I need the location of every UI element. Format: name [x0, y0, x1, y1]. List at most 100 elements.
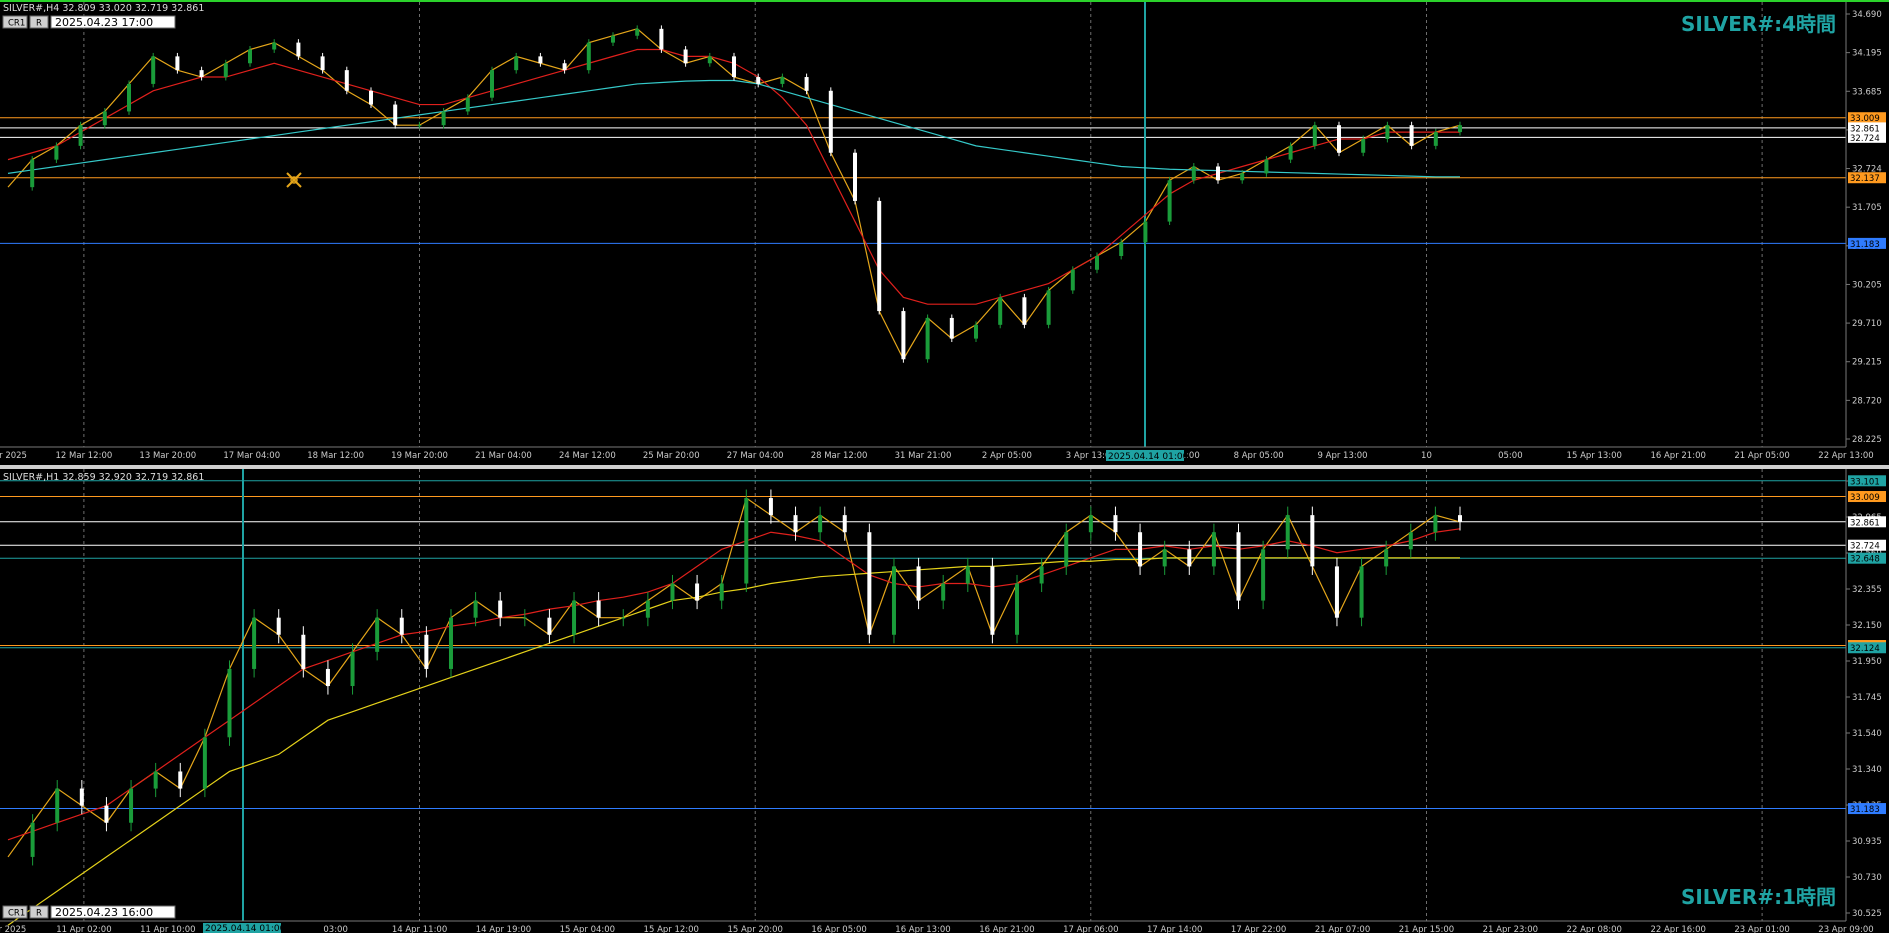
top-time-label-21: 21 Apr 05:00 — [1734, 451, 1789, 461]
bot-candle-body-59 — [1458, 515, 1462, 522]
bot-time-label-15: 17 Apr 22:00 — [1231, 925, 1286, 933]
top-candle-body-31 — [756, 77, 761, 84]
bot-hline-label-4: 32.648 — [1850, 555, 1880, 565]
top-candle-body-38 — [925, 317, 930, 360]
top-watermark: SILVER#:4時間 — [1681, 12, 1836, 36]
top-candle-body-12 — [296, 42, 301, 57]
top-price-tick-label-10: 28.720 — [1852, 396, 1882, 406]
top-candle-body-20 — [490, 70, 494, 98]
bot-candle-body-40 — [990, 566, 995, 635]
top-candle-body-3 — [78, 125, 83, 146]
bot-candle-body-14 — [350, 651, 355, 687]
top-candle-body-49 — [1191, 166, 1196, 181]
bottom-vline-label: 2025.04.14 01:00 — [205, 924, 286, 933]
top-candle-body-30 — [732, 56, 736, 78]
top-candle-body-9 — [223, 63, 228, 78]
bottom-plot-area[interactable] — [0, 469, 1846, 921]
top-price-tick-label-11: 28.225 — [1852, 435, 1882, 445]
bot-price-tick-label-3: 32.355 — [1852, 585, 1882, 595]
top-panel[interactable]: 34.69034.19533.68533.19032.72431.70530.7… — [0, 2, 1886, 462]
top-candle-body-44 — [1070, 269, 1075, 291]
bot-candle-body-23 — [572, 600, 577, 635]
bot-candle-body-46 — [1138, 532, 1143, 567]
bot-time-label-18: 21 Apr 23:00 — [1483, 925, 1538, 933]
top-time-axis: 11 Mar 2025 12 Mar 12:00 13 Mar 20:00 17 Ma… — [0, 451, 1874, 461]
top-candle-body-25 — [611, 35, 615, 43]
bot-candle-body-42 — [1039, 566, 1044, 584]
bot-candle-body-31 — [768, 498, 773, 516]
bot-candle-body-27 — [670, 583, 675, 601]
bot-candle-body-19 — [473, 600, 478, 618]
top-candle-body-28 — [683, 49, 688, 64]
bot-candle-body-10 — [252, 617, 257, 669]
top-candle-body-4 — [102, 111, 107, 126]
bot-candle-body-13 — [325, 668, 330, 687]
bot-candle-body-11 — [276, 617, 281, 635]
top-time-label-18: 05:00 — [1498, 451, 1523, 461]
bot-candle-body-43 — [1064, 532, 1069, 567]
bot-candle-body-26 — [645, 600, 650, 618]
bottom-watermark: SILVER#:1時間 — [1681, 885, 1836, 909]
bot-candle-body-57 — [1408, 532, 1413, 550]
bot-candle-body-21 — [522, 617, 527, 619]
top-time-label-5: 19 Mar 20:00 — [391, 451, 448, 461]
bot-candle-body-4 — [104, 805, 109, 823]
bot-candle-body-15 — [375, 617, 380, 652]
bot-candle-body-51 — [1261, 549, 1266, 601]
bot-price-tick-label-12: 30.525 — [1852, 909, 1882, 919]
bot-candle-body-24 — [596, 600, 601, 618]
bot-time-label-20: 22 Apr 16:00 — [1650, 925, 1705, 933]
bot-candle-body-20 — [498, 600, 503, 618]
top-candle-body-35 — [853, 152, 857, 201]
top-candle-body-53 — [1288, 145, 1293, 160]
top-candle-body-8 — [199, 70, 204, 78]
top-candle-body-18 — [441, 111, 446, 126]
bot-time-label-8: 15 Apr 12:00 — [644, 925, 699, 933]
top-candle-body-60 — [1458, 125, 1462, 133]
top-candle-body-47 — [1143, 221, 1148, 243]
top-time-label-2: 13 Mar 20:00 — [139, 451, 196, 461]
top-candle-body-48 — [1167, 180, 1172, 222]
top-candle-body-1 — [30, 159, 35, 188]
top-candle-body-39 — [949, 317, 954, 339]
bot-candle-body-8 — [202, 737, 207, 789]
bot-hline-label-2: 32.861 — [1850, 518, 1880, 528]
top-candle-body-15 — [369, 90, 373, 105]
top-plot-area[interactable] — [0, 2, 1846, 447]
top-candle-body-6 — [151, 56, 156, 84]
bot-price-tick-label-5: 31.950 — [1852, 657, 1882, 667]
top-time-label-11: 31 Mar 21:00 — [895, 451, 952, 461]
bot-candle-body-28 — [695, 583, 700, 601]
top-hline-labels: 33.00932.86132.72432.13731.183 — [1848, 112, 1886, 250]
bot-time-label-1: 11 Apr 02:00 — [56, 925, 111, 933]
top-candle-body-58 — [1409, 125, 1414, 146]
bot-time-label-22: 23 Apr 09:00 — [1818, 925, 1873, 933]
bot-hline-label-7: 31.183 — [1850, 805, 1880, 815]
bot-time-label-14: 17 Apr 14:00 — [1147, 925, 1202, 933]
bot-price-tick-label-7: 31.540 — [1852, 729, 1882, 739]
top-time-label-12: 2 Apr 05:00 — [982, 451, 1032, 461]
top-candle-body-52 — [1264, 159, 1269, 174]
bot-time-label-12: 16 Apr 21:00 — [979, 925, 1034, 933]
top-hline-label-2: 32.724 — [1850, 134, 1880, 144]
top-candle-body-5 — [127, 83, 131, 112]
top-time-label-22: 22 Apr 13:00 — [1818, 451, 1873, 461]
bot-time-label-5: 14 Apr 11:00 — [392, 925, 447, 933]
panel-separator[interactable] — [0, 465, 1889, 469]
top-vline-label: 2025.04.14 01:00 — [1108, 452, 1189, 462]
bot-candle-body-52 — [1285, 515, 1290, 550]
bot-time-label-17: 21 Apr 15:00 — [1399, 925, 1454, 933]
bot-candle-body-44 — [1088, 515, 1093, 533]
top-time-label-9: 27 Mar 04:00 — [727, 451, 784, 461]
top-cr-button-label: CR1 — [8, 19, 25, 29]
bot-candle-body-37 — [916, 566, 921, 601]
top-candle-body-32 — [780, 77, 785, 84]
top-price-tick-label-8: 29.710 — [1852, 319, 1882, 329]
bot-candle-body-58 — [1433, 515, 1438, 533]
bot-price-tick-label-8: 31.340 — [1852, 765, 1882, 775]
bot-candle-body-25 — [621, 617, 626, 619]
top-time-label-1: 12 Mar 12:00 — [56, 451, 113, 461]
bottom-panel[interactable]: 33.17032.96532.56032.35532.15031.95031.7… — [0, 469, 1886, 933]
bot-candle-body-54 — [1334, 566, 1339, 618]
top-candle-body-43 — [1046, 290, 1051, 325]
